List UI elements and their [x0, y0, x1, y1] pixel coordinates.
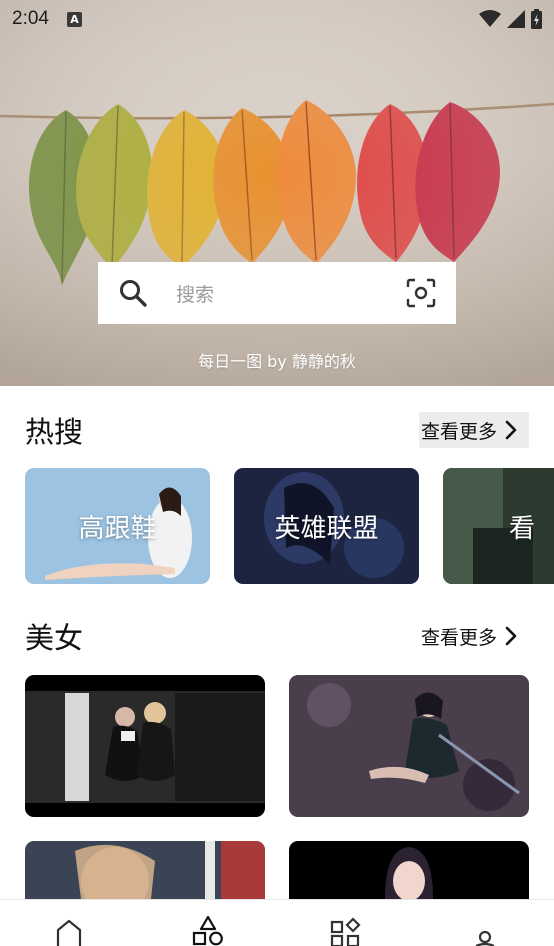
search-bar[interactable]: 搜索 [98, 262, 456, 324]
hero-caption: 每日一图 by 静静的秋 [198, 352, 356, 371]
scan-icon[interactable] [406, 278, 436, 308]
beauty-card[interactable] [25, 841, 265, 899]
hot-view-more-label: 查看更多 [420, 420, 497, 443]
beauty-card-image [25, 675, 265, 817]
bottom-nav [0, 899, 554, 946]
beauty-section-title: 美女 [25, 621, 84, 655]
home-icon [57, 919, 82, 946]
hot-card-label: 看 [509, 514, 536, 544]
hot-card-label: 高跟鞋 [78, 513, 157, 544]
battery-icon [531, 9, 542, 29]
hot-cards-row[interactable]: 高跟鞋 英雄联盟 看 [25, 468, 554, 584]
beauty-view-more-button[interactable]: 查看更多 [419, 618, 529, 654]
app-screen: 2:04 A 搜索 每日一图 by 静静的秋 热搜 查看更多 高跟鞋 英雄联盟 … [0, 0, 554, 946]
hot-card-high-heels[interactable]: 高跟鞋 [25, 468, 210, 584]
status-time: 2:04 [12, 8, 49, 29]
wifi-icon [479, 10, 501, 27]
search-input[interactable]: 搜索 [176, 280, 406, 307]
profile-icon [475, 930, 495, 946]
hero-banner[interactable]: 2:04 A 搜索 每日一图 by 静静的秋 [0, 0, 554, 386]
hot-section-title: 热搜 [25, 415, 84, 449]
status-bar: 2:04 A [0, 0, 554, 38]
apps-icon [331, 917, 361, 946]
beauty-card[interactable] [25, 675, 265, 817]
chevron-right-icon [505, 626, 517, 646]
beauty-card-image [289, 675, 529, 817]
nav-profile[interactable] [465, 916, 505, 946]
hot-card-league-of-legends[interactable]: 英雄联盟 [234, 468, 419, 584]
nav-apps[interactable] [326, 916, 366, 946]
hot-section-header: 热搜 查看更多 [25, 410, 529, 450]
signal-icon [507, 10, 525, 28]
search-icon [120, 280, 147, 307]
notification-icon: A [66, 11, 82, 27]
chevron-right-icon [505, 420, 517, 440]
hot-card-image [443, 468, 554, 584]
hero-image [0, 0, 554, 386]
beauty-card[interactable] [289, 841, 529, 899]
beauty-card-image [25, 841, 265, 899]
nav-category[interactable] [188, 916, 228, 946]
status-icons [479, 9, 542, 29]
beauty-card[interactable] [289, 675, 529, 817]
category-shapes-icon [192, 916, 223, 946]
hot-card-label: 英雄联盟 [274, 513, 379, 544]
beauty-view-more-label: 查看更多 [420, 626, 497, 649]
beauty-card-image [289, 841, 529, 899]
hot-card-third[interactable]: 看 [443, 468, 554, 584]
hot-view-more-button[interactable]: 查看更多 [418, 412, 529, 448]
nav-home[interactable] [49, 916, 89, 946]
beauty-section-header: 美女 查看更多 [25, 616, 529, 656]
